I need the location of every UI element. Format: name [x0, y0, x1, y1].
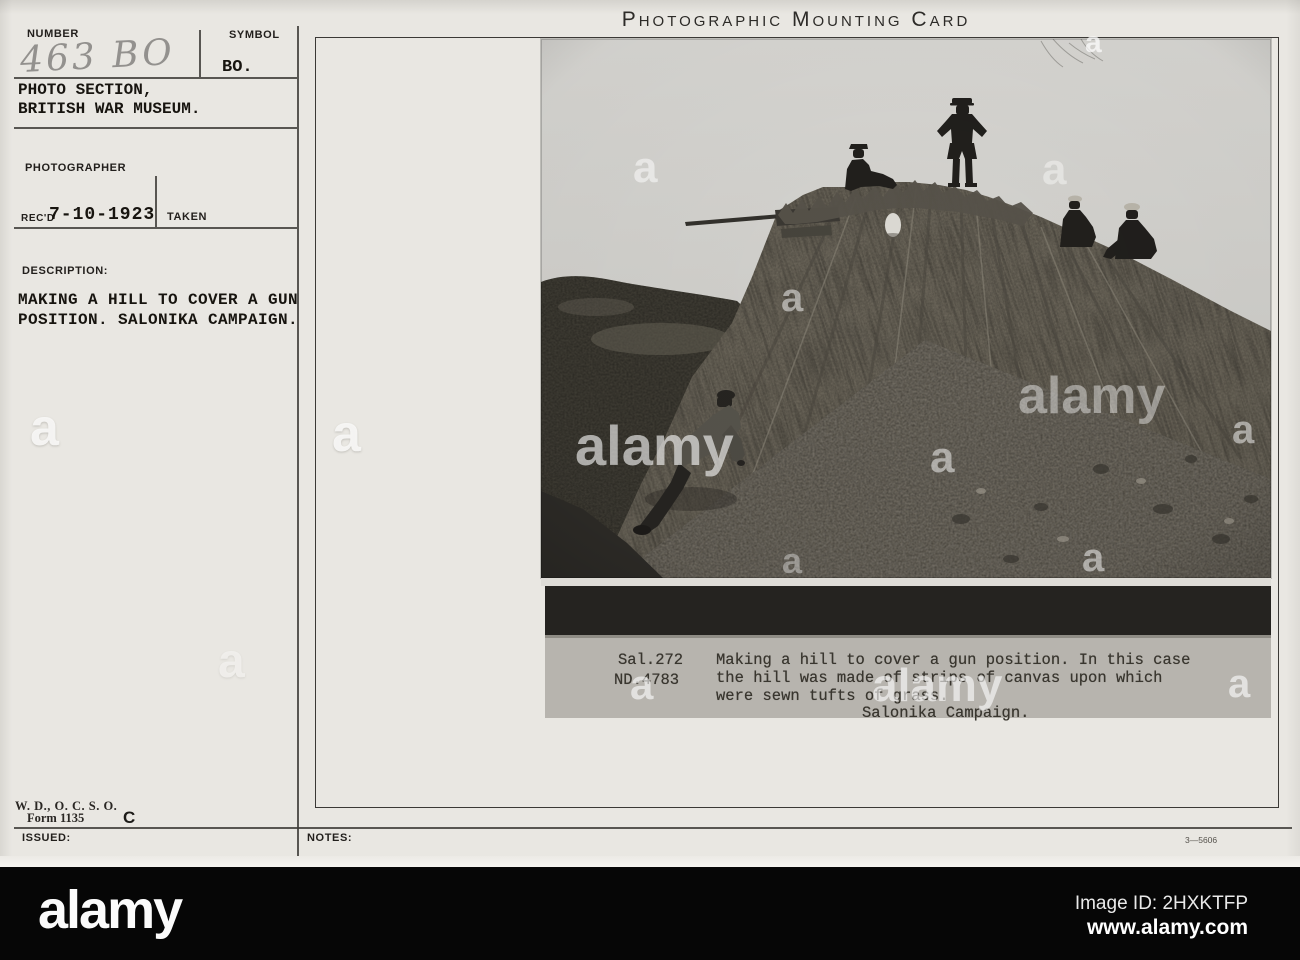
card-bottom-edge	[0, 856, 1300, 867]
watermark-a: a	[218, 635, 245, 688]
divider-recd-taken	[155, 176, 157, 227]
image-id: Image ID: 2HXKTFP	[1074, 893, 1248, 914]
rule-issued-notes	[14, 827, 1292, 829]
symbol-value: BO.	[222, 58, 253, 77]
section-line-1: PHOTO SECTION,	[18, 81, 153, 99]
rule	[14, 77, 297, 79]
photograph	[541, 38, 1271, 579]
divider-main	[297, 26, 299, 859]
photo-margin-strip	[541, 578, 1271, 586]
photographer-label: PHOTOGRAPHER	[25, 162, 127, 174]
alamy-website-url: www.alamy.com	[1086, 916, 1248, 939]
caption-line-1: Making a hill to cover a gun position. I…	[716, 651, 1191, 669]
caption-line-2: the hill was made of strips of canvas up…	[716, 669, 1163, 687]
caption-ref-1: Sal.272	[618, 651, 684, 669]
watermark-a: a	[30, 399, 59, 457]
description-label: DESCRIPTION:	[22, 265, 109, 277]
recd-value: 7-10-1923	[49, 205, 156, 225]
divider-number-symbol	[199, 30, 201, 77]
form-number: Form 1135	[27, 811, 85, 825]
notes-label: NOTES:	[307, 832, 353, 844]
form-letter: C	[123, 808, 136, 827]
taken-label: TAKEN	[167, 211, 208, 223]
caption-ref-2: ND.4783	[614, 671, 680, 689]
card-title: Photographic Mounting Card	[621, 8, 971, 31]
print-code: 3—5606	[1185, 835, 1218, 845]
caption-line-4: Salonika Campaign.	[862, 704, 1030, 722]
caption-line-3: were sewn tufts of grass.	[716, 687, 949, 705]
number-value-handwritten: 463 BO	[19, 31, 176, 82]
dark-band	[545, 586, 1271, 635]
alamy-logo: alamy	[38, 880, 183, 940]
symbol-label: SYMBOL	[229, 29, 280, 41]
mounting-card-scan: NUMBER 463 BO SYMBOL BO. PHOTO SECTION, …	[0, 0, 1300, 960]
issued-label: ISSUED:	[22, 832, 71, 844]
section-line-2: BRITISH WAR MUSEUM.	[18, 100, 201, 118]
alamy-bar: alamy Image ID: 2HXKTFP www.alamy.com	[0, 867, 1300, 960]
description-line-1: MAKING A HILL TO COVER A GUN	[18, 291, 299, 309]
rule	[14, 127, 297, 129]
rule	[14, 227, 297, 229]
description-line-2: POSITION. SALONIKA CAMPAIGN.	[18, 311, 299, 329]
